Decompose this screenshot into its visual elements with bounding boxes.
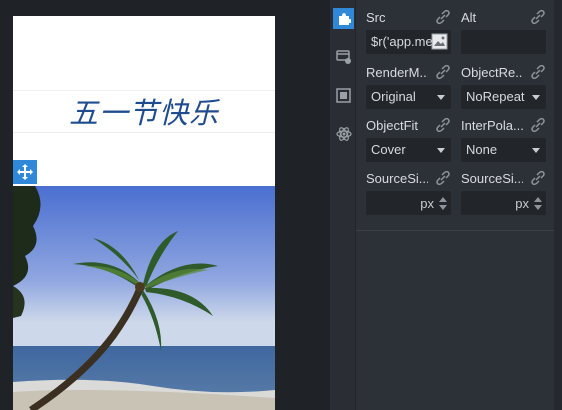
stepper-up-icon[interactable] <box>439 197 447 202</box>
link-icon[interactable] <box>530 170 546 186</box>
property-tabs-rail <box>330 0 356 410</box>
source-size-height-label: SourceSi... <box>461 171 523 186</box>
guide-line <box>13 132 275 133</box>
px-unit: px <box>515 196 529 211</box>
atom-icon[interactable] <box>333 123 354 144</box>
source-size-width-label: SourceSi... <box>366 171 428 186</box>
object-fit-select[interactable]: Cover <box>366 138 451 162</box>
link-icon[interactable] <box>435 117 451 133</box>
object-repeat-label: ObjectRe... <box>461 65 523 80</box>
beach-palm-image[interactable] <box>13 186 275 410</box>
beach-scene <box>13 186 275 410</box>
source-size-width-input[interactable]: px <box>366 191 451 215</box>
canvas-area: 五一节快乐 <box>0 0 330 410</box>
object-repeat-select[interactable]: NoRepeat <box>461 85 546 109</box>
interpolation-select[interactable]: None <box>461 138 546 162</box>
properties-panel: Src $r('app.me Alt RenderM... Original O… <box>356 0 554 410</box>
render-mode-select[interactable]: Original <box>366 85 451 109</box>
src-label: Src <box>366 10 386 25</box>
link-icon[interactable] <box>435 170 451 186</box>
chevron-down-icon <box>532 148 540 153</box>
puzzle-icon[interactable] <box>333 8 354 29</box>
square-icon[interactable] <box>333 85 354 106</box>
card-icon[interactable] <box>333 46 354 67</box>
source-size-height-input[interactable]: px <box>461 191 546 215</box>
chevron-down-icon <box>437 148 445 153</box>
stepper-down-icon[interactable] <box>534 205 542 210</box>
move-handle-icon[interactable] <box>13 160 37 184</box>
image-picker-icon[interactable] <box>431 33 448 50</box>
stepper-down-icon[interactable] <box>439 205 447 210</box>
chevron-down-icon <box>437 95 445 100</box>
scrollbar[interactable] <box>554 0 562 410</box>
link-icon[interactable] <box>530 9 546 25</box>
link-icon[interactable] <box>530 117 546 133</box>
alt-input[interactable] <box>461 30 546 54</box>
link-icon[interactable] <box>530 64 546 80</box>
link-icon[interactable] <box>435 9 451 25</box>
device-page[interactable]: 五一节快乐 <box>13 16 275 410</box>
stepper-up-icon[interactable] <box>534 197 542 202</box>
src-input[interactable]: $r('app.me <box>366 30 451 54</box>
title-text[interactable]: 五一节快乐 <box>13 90 275 132</box>
px-unit: px <box>420 196 434 211</box>
interpolation-label: InterPola... <box>461 118 523 133</box>
link-icon[interactable] <box>435 64 451 80</box>
divider <box>356 230 554 231</box>
chevron-down-icon <box>532 95 540 100</box>
alt-label: Alt <box>461 10 477 25</box>
render-mode-label: RenderM... <box>366 65 428 80</box>
object-fit-label: ObjectFit <box>366 118 419 133</box>
